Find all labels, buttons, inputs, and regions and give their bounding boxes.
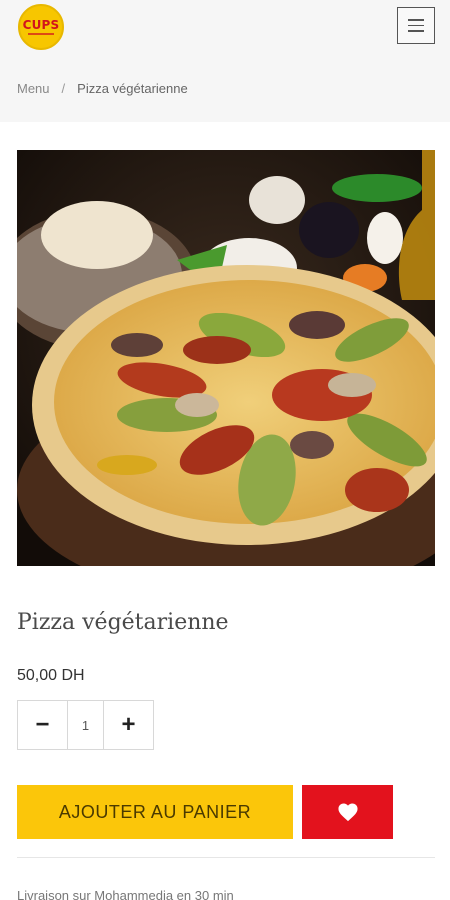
logo[interactable]: CUPS xyxy=(18,4,64,50)
quantity-input[interactable]: 1 xyxy=(68,700,103,750)
quantity-stepper: − 1 + xyxy=(17,700,154,750)
hamburger-icon-line xyxy=(408,30,424,32)
hamburger-icon-line xyxy=(408,24,424,27)
delivery-note: Livraison sur Mohammedia en 30 min xyxy=(17,888,234,900)
product-image[interactable] xyxy=(17,150,435,566)
decrement-button[interactable]: − xyxy=(17,700,68,750)
breadcrumb-home[interactable]: Menu xyxy=(17,81,50,96)
product-title: Pizza végétarienne xyxy=(17,610,229,635)
wishlist-button[interactable] xyxy=(302,785,393,839)
heart-icon xyxy=(337,803,358,822)
logo-text: CUPS xyxy=(22,18,60,32)
add-to-cart-button[interactable]: AJOUTER AU PANIER xyxy=(17,785,293,839)
increment-button[interactable]: + xyxy=(103,700,154,750)
breadcrumb-separator: / xyxy=(61,81,66,96)
breadcrumb: Menu / Pizza végétarienne xyxy=(17,81,188,96)
menu-button[interactable] xyxy=(397,7,435,44)
product-price: 50,00 DH xyxy=(17,667,85,684)
top-bar: CUPS Menu / Pizza végétarienne xyxy=(0,0,450,122)
divider xyxy=(17,857,435,858)
breadcrumb-current: Pizza végétarienne xyxy=(77,81,188,96)
hamburger-icon xyxy=(408,19,424,21)
logo-underline xyxy=(28,33,54,35)
